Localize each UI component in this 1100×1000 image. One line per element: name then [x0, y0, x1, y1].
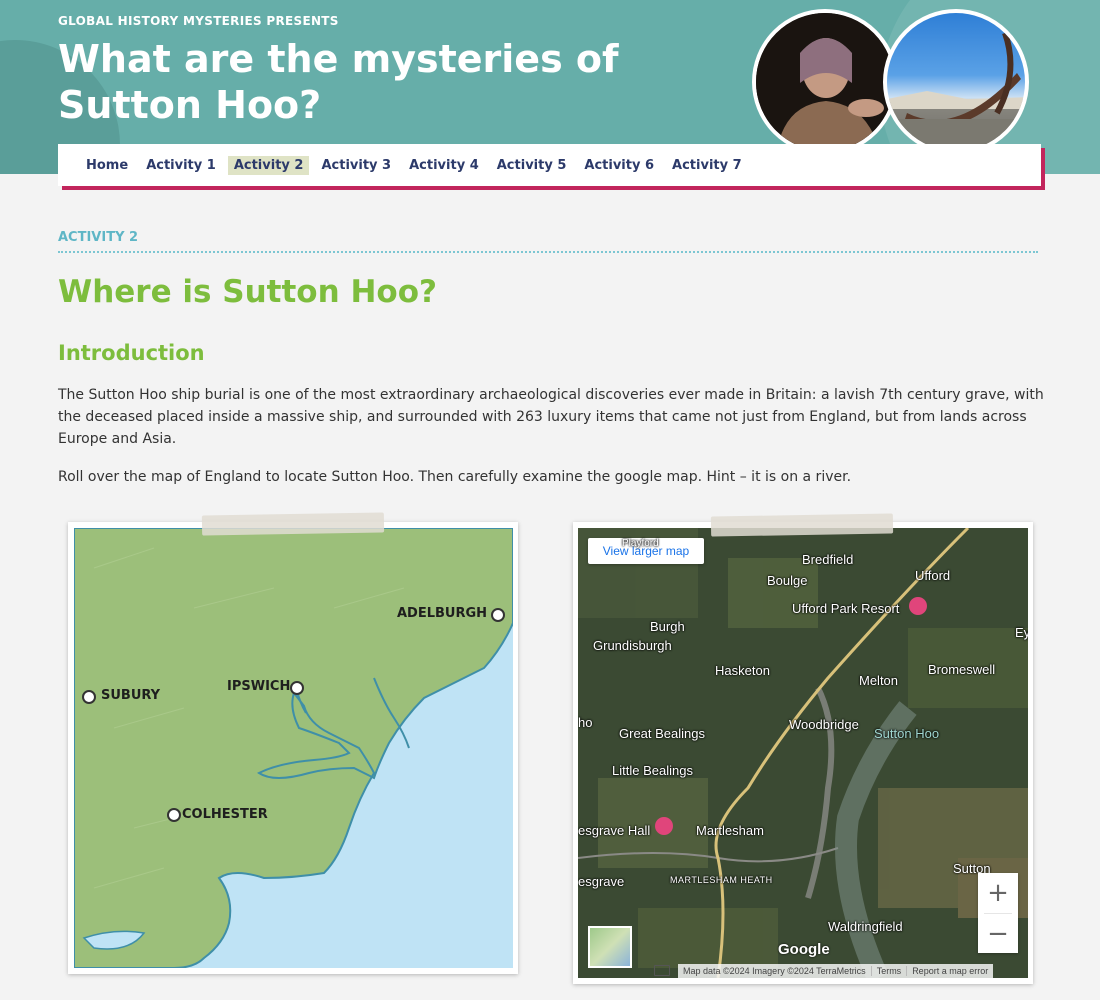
nav-activity-7[interactable]: Activity 7 [666, 156, 748, 175]
nav-activity-1[interactable]: Activity 1 [140, 156, 222, 175]
intro-paragraph: The Sutton Hoo ship burial is one of the… [58, 387, 1044, 447]
map-place-label: Hasketon [715, 663, 770, 678]
map-place-label: Waldringfield [828, 919, 903, 934]
town-label-ipswich: IPSWICH [227, 679, 291, 694]
intro-heading: Introduction [58, 341, 205, 365]
map-place-label-sutton-hoo: Sutton Hoo [874, 726, 940, 741]
zoom-out-button[interactable]: − [978, 914, 1018, 954]
town-marker [82, 690, 96, 704]
town-label-adelburgh: ADELBURGH [397, 606, 488, 621]
map-place-label: MARTLESHAM HEATH [670, 875, 773, 885]
map-place-label: Boulge [767, 573, 808, 588]
map-layer-toggle[interactable] [588, 926, 632, 968]
tape-decoration [710, 513, 894, 537]
nav-activity-5[interactable]: Activity 5 [491, 156, 573, 175]
town-label-colhester: COLHESTER [182, 807, 268, 822]
town-marker [167, 808, 181, 822]
map-place-label: Bredfield [802, 552, 854, 567]
map-place-label: Bromeswell [928, 662, 996, 677]
google-map-embed[interactable]: View larger map Bredfield Boulge Ufford … [578, 528, 1028, 978]
illustrated-map[interactable]: ADELBURGH SUBURY IPSWICH COLHESTER [73, 527, 514, 969]
town-label-subury: SUBURY [101, 688, 161, 703]
activity-kicker: ACTIVITY 2 [58, 230, 139, 245]
report-map-error-link[interactable]: Report a map error [906, 966, 993, 976]
avatar-ship-sculpture-photo [883, 9, 1029, 155]
terms-link[interactable]: Terms [870, 966, 907, 976]
map-place-label: esgrave Hall [578, 823, 651, 838]
town-marker [491, 608, 505, 622]
avatar-reenactor-photo [752, 9, 898, 155]
nav-home[interactable]: Home [80, 156, 134, 175]
map-attribution: Map data ©2024 Imagery ©2024 TerraMetric… [678, 964, 994, 978]
map-data-credit: Map data ©2024 Imagery ©2024 TerraMetric… [683, 966, 866, 976]
coastline-map-graphic [73, 527, 514, 969]
map-place-label: esgrave [578, 874, 625, 889]
instruction-paragraph: Roll over the map of England to locate S… [58, 469, 852, 485]
map-place-label: Grundisburgh [593, 638, 672, 653]
divider [58, 251, 1038, 253]
nav-activity-3[interactable]: Activity 3 [315, 156, 397, 175]
map-place-label: Ey [1015, 625, 1028, 640]
map-place-label: Melton [859, 673, 899, 688]
activity-nav: Home Activity 1 Activity 2 Activity 3 Ac… [58, 144, 1041, 186]
town-marker [290, 681, 304, 695]
map-place-label: ho [578, 715, 593, 730]
zoom-in-button[interactable]: + [978, 873, 1018, 913]
tape-decoration [201, 512, 385, 536]
google-logo: Google [778, 941, 830, 958]
map-place-label: Martlesham [696, 823, 764, 838]
section-title: Where is Sutton Hoo? [58, 274, 437, 310]
zoom-control: + − [978, 873, 1018, 953]
map-place-label: Little Bealings [612, 763, 693, 778]
page-title: What are the mysteries of Sutton Hoo? [58, 37, 619, 127]
map-place-label: Burgh [650, 619, 685, 634]
series-label: GLOBAL HISTORY MYSTERIES PRESENTS [58, 14, 339, 28]
keyboard-shortcuts-icon[interactable] [654, 965, 670, 976]
nav-activity-4[interactable]: Activity 4 [403, 156, 485, 175]
map-place-label: Ufford [915, 568, 951, 583]
satellite-imagery [578, 528, 1028, 978]
map-place-label: Woodbridge [789, 717, 859, 732]
map-place-label: Playford [622, 538, 659, 549]
nav-activity-6[interactable]: Activity 6 [578, 156, 660, 175]
map-place-label: Ufford Park Resort [792, 601, 900, 616]
map-place-label: Great Bealings [619, 726, 705, 741]
nav-activity-2[interactable]: Activity 2 [227, 155, 310, 175]
